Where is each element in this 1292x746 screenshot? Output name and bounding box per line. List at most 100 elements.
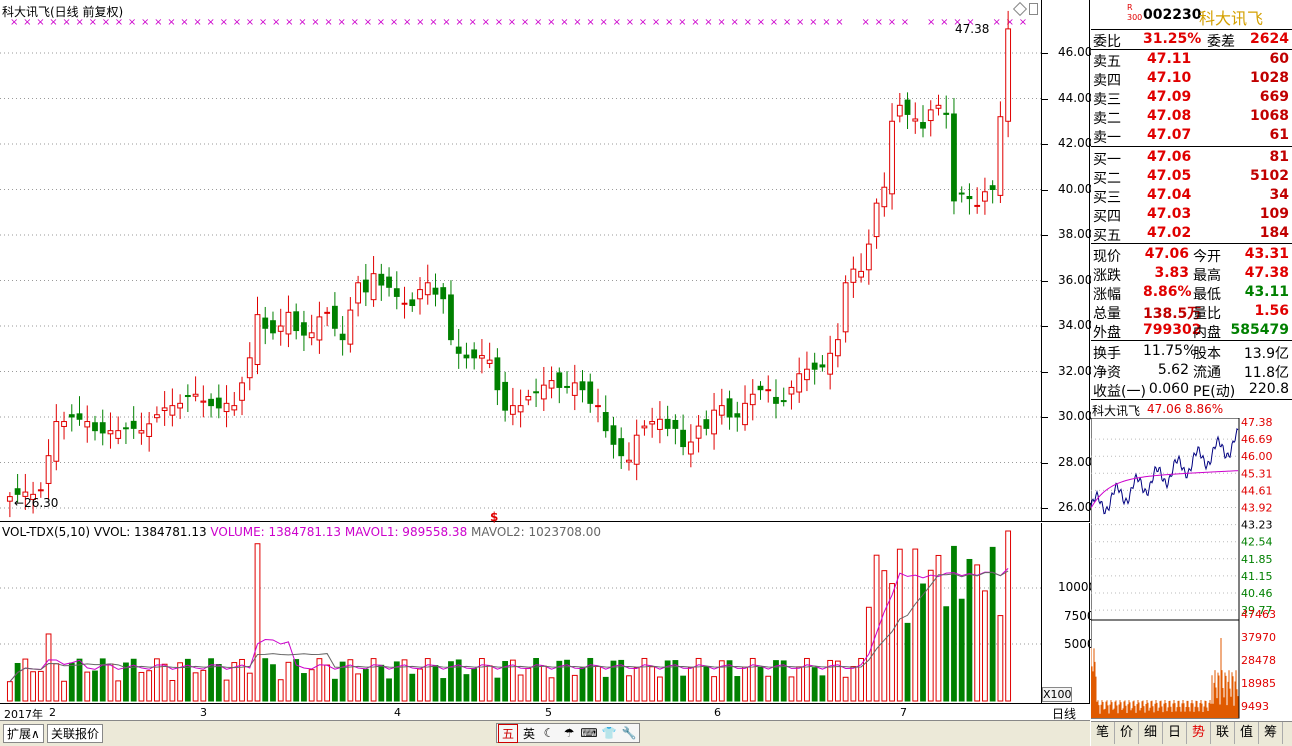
- candle-body: [548, 380, 555, 389]
- order-book-row[interactable]: 卖一 47.07 61: [1091, 126, 1292, 146]
- volume-bar: [432, 665, 439, 702]
- volume-bar: [974, 564, 981, 702]
- price-tick: 44.00: [1058, 90, 1093, 105]
- candle-body: [401, 302, 408, 305]
- signal-marker: ×: [600, 17, 608, 28]
- candle-body: [920, 122, 926, 129]
- order-volume: 5102: [1250, 168, 1289, 184]
- signal-marker: ×: [154, 17, 162, 28]
- volume-unit-button[interactable]: X100: [1042, 687, 1072, 702]
- order-book-row[interactable]: 买一 47.06 81: [1091, 148, 1292, 168]
- kline-chart[interactable]: × × × × × × × × × × × × × × × × × × × × × × × × × × × × × × × × × × × × × × × ×…: [0, 0, 1042, 524]
- candle-body: [107, 430, 114, 435]
- stat-value: 43.31: [1244, 246, 1289, 262]
- stat-value: 43.11: [1244, 284, 1289, 300]
- shirt-icon[interactable]: 👕: [599, 726, 619, 740]
- order-price: 47.05: [1147, 168, 1192, 184]
- related-quote-button[interactable]: 关联报价: [47, 724, 104, 743]
- stat-label: 总量: [1093, 306, 1121, 322]
- order-book-row[interactable]: 买二 47.05 5102: [1091, 167, 1292, 187]
- signal-marker: ×: [469, 17, 477, 28]
- fund-label: 换手: [1093, 346, 1121, 362]
- volume-header: VOL-TDX(5,10) VVOL: 1384781.13 VOLUME: 1…: [2, 525, 601, 539]
- ime-english-icon[interactable]: 英: [519, 725, 539, 742]
- candle-body: [123, 427, 129, 430]
- mini-vol-tick: 37970: [1241, 631, 1276, 644]
- chart-title: 科大讯飞(日线 前复权): [2, 5, 124, 19]
- candle-body: [657, 418, 663, 430]
- volume-bar: [362, 668, 369, 702]
- volume-bar: [270, 664, 276, 702]
- umbrella-icon[interactable]: ☂: [559, 726, 579, 740]
- panel-tab[interactable]: 价: [1115, 722, 1139, 744]
- candle-body: [92, 422, 98, 432]
- order-book-row[interactable]: 卖五 47.11 60: [1091, 50, 1292, 70]
- info-marker[interactable]: $: [490, 510, 498, 524]
- separator: [1091, 243, 1292, 244]
- order-book-row[interactable]: 买五 47.02 184: [1091, 224, 1292, 244]
- stock-code: 002230: [1143, 7, 1202, 23]
- panel-tab[interactable]: 日: [1163, 722, 1187, 744]
- candle-body: [99, 422, 106, 434]
- candle-body: [564, 385, 570, 388]
- window-toggle-icon[interactable]: [1029, 3, 1038, 15]
- order-price: 47.11: [1147, 51, 1192, 67]
- weibi-value: 31.25%: [1143, 31, 1202, 47]
- candle-body: [324, 311, 331, 314]
- wrench-icon[interactable]: 🔧: [619, 726, 639, 740]
- candle-body: [610, 425, 617, 445]
- volume-bar: [494, 677, 501, 702]
- ime-mode-icon[interactable]: 五: [498, 723, 518, 743]
- order-book-row[interactable]: 卖四 47.10 1028: [1091, 69, 1292, 89]
- panel-tab[interactable]: 势: [1187, 722, 1211, 744]
- quote-header: R 300 002230 科大讯飞: [1091, 4, 1292, 29]
- order-book-row[interactable]: 卖二 47.08 1068: [1091, 107, 1292, 127]
- candle-body: [865, 243, 872, 271]
- order-book-row[interactable]: 卖三 47.09 669: [1091, 88, 1292, 108]
- volume-svg[interactable]: [0, 523, 1042, 703]
- candle-body: [773, 396, 779, 404]
- intraday-chart[interactable]: 47.38 46.69 46.00 45.31 44.61 43.92 43.23 42.54…: [1091, 418, 1292, 720]
- panel-tab[interactable]: 细: [1139, 722, 1163, 744]
- candle-body: [579, 381, 586, 391]
- volume-bar: [540, 665, 547, 702]
- volume-bar: [958, 598, 965, 702]
- keyboard-icon[interactable]: ⌨: [579, 726, 599, 740]
- candle-body: [61, 421, 67, 427]
- candle-body: [571, 382, 578, 396]
- order-book-row[interactable]: 买四 47.03 109: [1091, 205, 1292, 225]
- panel-tab[interactable]: 笔: [1091, 722, 1115, 744]
- signal-marker: ×: [180, 17, 188, 28]
- separator: [1091, 340, 1292, 341]
- volume-bar: [308, 669, 315, 702]
- fund-label: 净资: [1093, 365, 1121, 381]
- mini-vol-tick: 18985: [1241, 677, 1276, 690]
- order-book-row[interactable]: 买三 47.04 34: [1091, 186, 1292, 206]
- candle-body: [254, 314, 261, 366]
- panel-tab[interactable]: 联: [1211, 722, 1235, 744]
- high-price-label: 47.38: [955, 22, 990, 36]
- candle-body: [502, 381, 509, 411]
- kline-svg[interactable]: × × × × × × × × × × × × × × × × × × × × × × × × × × × × × × × × × × × × × × × ×…: [0, 0, 1042, 522]
- volume-bar: [440, 678, 447, 702]
- signal-marker: ×: [495, 17, 503, 28]
- candle-body: [285, 311, 292, 335]
- signal-marker: ×: [167, 17, 175, 28]
- candle-body: [339, 333, 346, 341]
- stat-label: 涨幅: [1093, 287, 1121, 303]
- order-price: 47.07: [1147, 127, 1192, 143]
- volume-bar: [386, 678, 392, 702]
- candle-body: [479, 355, 485, 359]
- volume-bar: [904, 622, 911, 702]
- price-tick: 40.00: [1058, 181, 1093, 196]
- expand-button[interactable]: 扩展∧: [3, 724, 44, 743]
- candle-body: [834, 339, 841, 357]
- volume-chart[interactable]: VOL-TDX(5,10) VVOL: 1384781.13 VOLUME: 1…: [0, 523, 1042, 703]
- moon-icon[interactable]: ☾: [539, 726, 559, 740]
- vol-tick-7500: 7500: [1064, 609, 1095, 623]
- panel-tab[interactable]: 筹: [1259, 722, 1283, 744]
- candle-body: [626, 459, 632, 463]
- panel-tab[interactable]: 值: [1235, 722, 1259, 744]
- price-tick-mark: [1042, 144, 1048, 145]
- candle-body: [270, 320, 276, 334]
